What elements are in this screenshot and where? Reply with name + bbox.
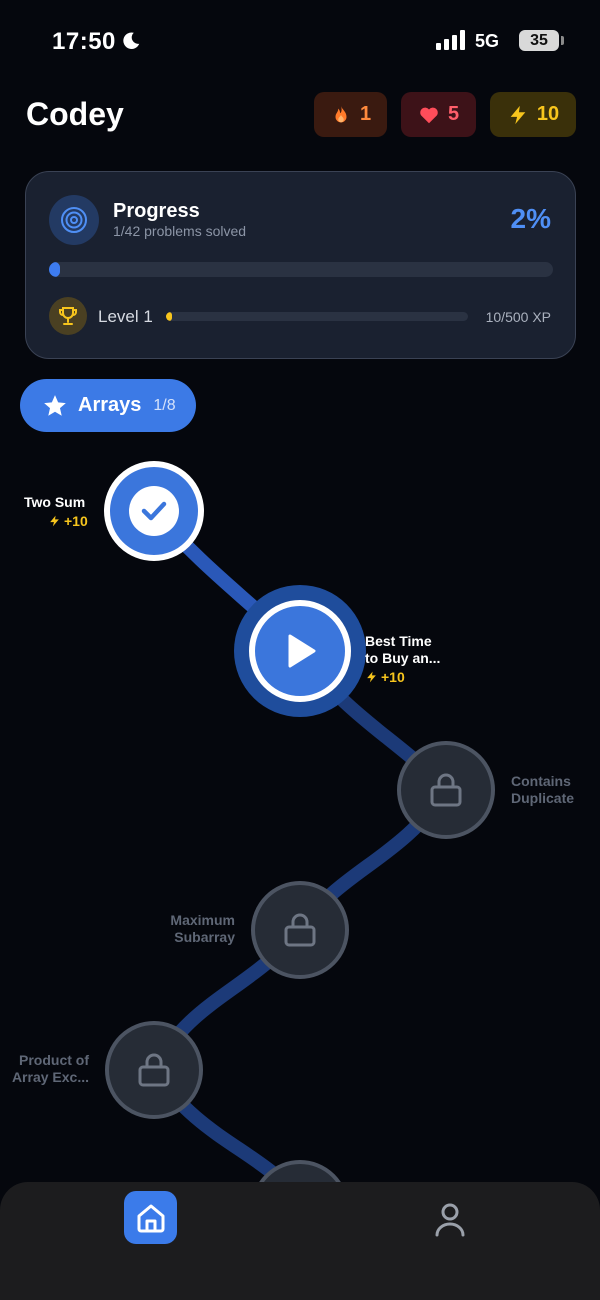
lesson-node-best-time[interactable]: [249, 600, 351, 702]
lock-icon: [138, 1053, 170, 1087]
lesson-xp-value: +10: [381, 669, 405, 685]
lock-icon: [284, 913, 316, 947]
progress-bar-fill: [49, 262, 60, 277]
lesson-title-contains-duplicate-line2: Duplicate: [511, 790, 575, 806]
profile-icon: [435, 1203, 465, 1237]
target-icon: [49, 195, 99, 245]
unit-count: 1/8: [153, 396, 176, 414]
xp-progress-fill: [166, 312, 173, 321]
lightning-icon: [367, 671, 376, 683]
lesson-title-two-sum: Two Sum: [24, 494, 86, 510]
xp-badge[interactable]: 10: [490, 92, 576, 137]
lesson-title-maximum-subarray-line1: Maximum: [170, 912, 235, 928]
lesson-xp-two-sum: +10: [48, 513, 88, 529]
progress-subtitle: 1/42 problems solved: [113, 223, 247, 239]
battery-tip: [561, 36, 564, 45]
unit-chip-arrays[interactable]: Arrays 1/8: [20, 379, 196, 432]
play-icon: [288, 634, 316, 668]
battery-indicator: 35: [519, 30, 559, 51]
lives-badge[interactable]: 5: [401, 92, 476, 137]
lesson-node-maximum-subarray[interactable]: [251, 881, 349, 979]
progress-title: Progress: [113, 200, 200, 222]
nav-home-button[interactable]: [124, 1191, 177, 1244]
lightning-icon: [510, 105, 526, 124]
nav-profile-button[interactable]: [424, 1194, 476, 1246]
check-icon: [141, 501, 167, 521]
lightning-icon: [50, 515, 59, 527]
streak-count: 1: [359, 103, 372, 125]
progress-card: Progress 1/42 problems solved 2% Level 1…: [25, 171, 576, 359]
lesson-title-product-of-array-line2: Array Exc...: [11, 1069, 89, 1085]
lesson-title-product-of-array-line1: Product of: [19, 1052, 89, 1068]
xp-progress-text: 10/500 XP: [485, 309, 551, 325]
lesson-title-maximum-subarray-line2: Subarray: [174, 929, 235, 945]
bottom-nav: [0, 1182, 600, 1300]
status-time: 17:50: [52, 28, 116, 55]
progress-bar: [49, 262, 553, 277]
lesson-node-product-of-array[interactable]: [105, 1021, 203, 1119]
lesson-node-contains-duplicate[interactable]: [397, 741, 495, 839]
lesson-title-best-time-line1: Best Time: [365, 633, 432, 649]
xp-count: 10: [536, 103, 560, 125]
lesson-node-two-sum[interactable]: [104, 461, 204, 561]
streak-badge[interactable]: 1: [314, 92, 387, 137]
level-label: Level 1: [98, 307, 153, 326]
lives-count: 5: [447, 103, 460, 125]
lesson-title-contains-duplicate-line1: Contains: [511, 773, 571, 789]
heart-icon: [420, 107, 438, 123]
check-badge: [129, 486, 179, 536]
lesson-xp-value: +10: [64, 513, 88, 529]
star-icon: [44, 394, 66, 416]
app-title: Codey: [26, 96, 124, 132]
unit-name: Arrays: [78, 394, 142, 416]
progress-percent: 2%: [510, 203, 551, 234]
trophy-icon: [49, 297, 87, 335]
lock-icon: [430, 773, 462, 807]
xp-progress-bar: [166, 312, 468, 321]
home-icon: [137, 1204, 164, 1232]
lesson-title-best-time-line2: to Buy an...: [365, 650, 441, 666]
network-label: 5G: [475, 31, 500, 51]
signal-icon: [436, 30, 465, 50]
flame-icon: [335, 105, 347, 122]
status-bar: 17:50 5G 35: [0, 0, 600, 80]
moon-icon: [123, 32, 140, 49]
lesson-xp-best-time: +10: [365, 669, 405, 685]
